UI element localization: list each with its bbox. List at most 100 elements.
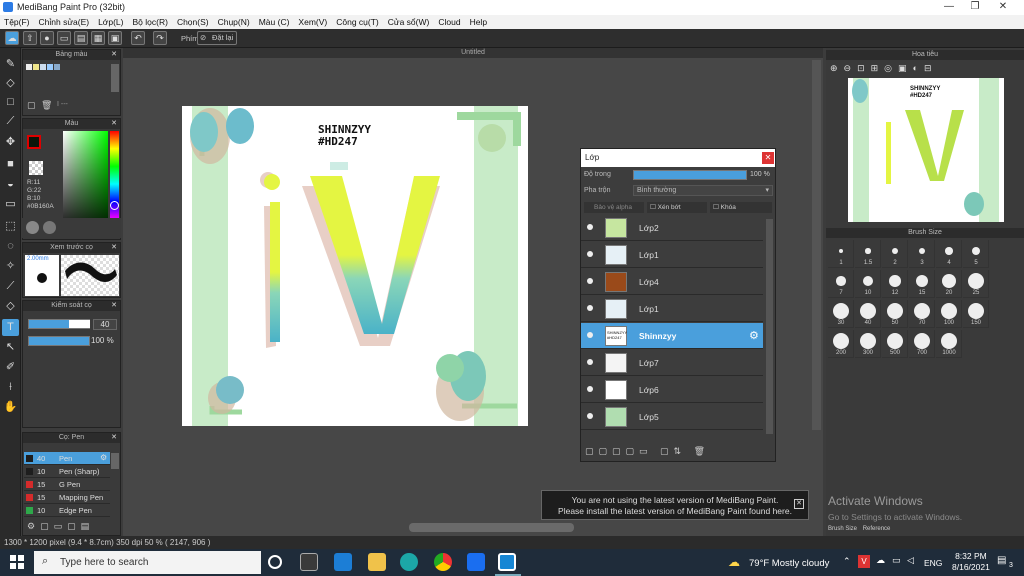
weather-icon[interactable]: ☁ <box>728 555 740 569</box>
vertical-scrollbar[interactable] <box>812 60 821 430</box>
scrollbar[interactable] <box>111 453 119 469</box>
menu-layer[interactable]: Lớp(L) <box>98 17 123 27</box>
close-icon[interactable]: ✕ <box>111 50 117 60</box>
eye-icon[interactable] <box>587 359 593 365</box>
scrollbar[interactable] <box>766 219 773 434</box>
text-tool-icon[interactable]: T <box>2 319 19 336</box>
bucket-tool-icon[interactable]: ◒ <box>2 176 19 193</box>
close-icon[interactable]: ✕ <box>111 301 117 311</box>
gear-icon[interactable]: ⚙ <box>100 453 107 462</box>
horizontal-scrollbar[interactable] <box>409 523 574 532</box>
brush-size-cell[interactable]: 2 <box>882 240 908 268</box>
layer-row[interactable]: Lớp6 <box>581 377 763 403</box>
close-icon[interactable]: ✕ <box>111 243 117 253</box>
trash-icon[interactable]: 🗑 <box>41 100 52 111</box>
brush-size-cell[interactable]: 4 <box>936 240 962 268</box>
close-icon[interactable]: ✕ <box>794 499 804 509</box>
brush-size-cell[interactable]: 700 <box>909 330 935 358</box>
brush-size-cell[interactable]: 500 <box>882 330 908 358</box>
vpn-icon[interactable]: V <box>858 555 870 568</box>
minimize-icon[interactable]: — <box>942 1 956 13</box>
comment-icon[interactable]: ▭ <box>57 31 71 45</box>
blend-mode-select[interactable]: Bình thường ▾ <box>633 185 773 196</box>
brush-list-item[interactable]: 40 Pen ⚙ <box>24 452 110 465</box>
menu-edit[interactable]: Chỉnh sửa(E) <box>39 17 90 27</box>
brush-size-cell[interactable]: 300 <box>855 330 881 358</box>
medibang-icon[interactable] <box>498 553 516 571</box>
reset-button[interactable]: ⊘ Đặt lại <box>197 31 237 45</box>
edge-icon[interactable] <box>400 553 418 571</box>
menu-tools[interactable]: Công cụ(T) <box>336 17 379 27</box>
menu-file[interactable]: Tệp(F) <box>4 17 30 27</box>
divide-tool-icon[interactable]: ✐ <box>2 359 19 376</box>
operation-tool-icon[interactable]: ↖ <box>2 339 19 356</box>
file-explorer-icon[interactable] <box>368 553 386 571</box>
eraser-tool-icon[interactable]: ◇ <box>2 75 19 92</box>
brush-size-cell[interactable]: 200 <box>828 330 854 358</box>
taskbar-search[interactable]: ⌕ Type here to search <box>34 551 261 574</box>
brush-tool-icon[interactable]: ⟋ <box>2 113 19 130</box>
color-wheel-icon[interactable] <box>26 221 39 234</box>
document-canvas[interactable]: SHINNZYY #HD247 <box>182 106 528 426</box>
notification-icon[interactable]: ▤ <box>997 555 1006 566</box>
eye-icon[interactable] <box>587 413 593 419</box>
eye-icon[interactable] <box>587 251 593 257</box>
hand-tool-icon[interactable]: ✋ <box>2 399 19 416</box>
menu-help[interactable]: Help <box>470 17 487 27</box>
brush-size-cell[interactable]: 30 <box>828 300 854 328</box>
brush-opacity-slider[interactable] <box>28 336 90 346</box>
menu-filter[interactable]: Bộ lọc(R) <box>133 17 168 27</box>
brush-size-slider[interactable] <box>28 319 90 329</box>
clock[interactable]: 8:32 PM 8/16/2021 <box>952 551 990 573</box>
hue-handle[interactable] <box>110 201 119 210</box>
redo-icon[interactable]: ↷ <box>153 31 167 45</box>
eye-icon[interactable] <box>587 224 593 230</box>
brush-size-cell[interactable]: 50 <box>882 300 908 328</box>
brush-list-item[interactable]: 10 Edge Pen <box>24 504 110 517</box>
menu-view[interactable]: Xem(V) <box>298 17 327 27</box>
layer-row[interactable]: Lớp1 <box>581 296 763 322</box>
menu-window[interactable]: Cửa sổ(W) <box>388 17 430 27</box>
brush-size-cell[interactable]: 1 <box>828 240 854 268</box>
tab-reference[interactable]: Reference <box>863 526 891 532</box>
brush-size-cell[interactable]: 25 <box>963 270 989 298</box>
brush-size-cell[interactable]: 12 <box>882 270 908 298</box>
select-tool-icon[interactable]: ⬚ <box>2 218 19 235</box>
volume-icon[interactable]: ◁ <box>907 555 914 566</box>
brush-size-cell[interactable]: 70 <box>909 300 935 328</box>
swatch[interactable] <box>47 64 53 70</box>
brush-size-cell[interactable]: 5 <box>963 240 989 268</box>
eye-icon[interactable] <box>587 386 593 392</box>
move-tool-icon[interactable]: ✥ <box>2 134 19 151</box>
cloud-icon[interactable]: ☁ <box>5 31 19 45</box>
navigator-preview[interactable]: SHINNZYY #HD247 <box>848 78 1004 222</box>
network-icon[interactable]: ▭ <box>892 555 901 566</box>
brush-list-item[interactable]: 15 Mapping Pen <box>24 491 110 504</box>
brush-list-item[interactable]: 15 G Pen <box>24 478 110 491</box>
close-icon[interactable]: ✕ <box>996 1 1010 13</box>
select-pen-icon[interactable]: ⟋ <box>2 278 19 295</box>
close-icon[interactable]: ✕ <box>762 152 774 164</box>
windows-start-icon[interactable] <box>10 555 24 569</box>
swatch[interactable] <box>26 64 32 70</box>
eye-icon[interactable] <box>587 278 593 284</box>
layer-row[interactable]: Lớp2 <box>581 215 763 241</box>
zalo-icon[interactable] <box>467 553 485 571</box>
swatch[interactable] <box>40 64 46 70</box>
layer-row[interactable]: SHINNZYY #HD247 Shinnzyy ⚙ <box>581 323 763 349</box>
layer-row[interactable]: Lớp7 <box>581 350 763 376</box>
tab-brush-size[interactable]: Brush Size <box>828 526 857 532</box>
brush-size-cell[interactable]: 15 <box>909 270 935 298</box>
swatch[interactable] <box>54 64 60 70</box>
brush-list-item[interactable]: 10 Pen (Sharp) <box>24 465 110 478</box>
new-swatch-icon[interactable]: ▢ <box>27 100 36 111</box>
brush-size-cell[interactable]: 1000 <box>936 330 962 358</box>
onedrive-icon[interactable]: ☁ <box>876 555 885 566</box>
layer-opacity-slider[interactable] <box>633 170 747 180</box>
update-notification[interactable]: You are not using the latest version of … <box>541 490 809 520</box>
menu-color[interactable]: Màu (C) <box>259 17 290 27</box>
layer-row[interactable]: Lớp5 <box>581 404 763 430</box>
brush-size-cell[interactable]: 10 <box>855 270 881 298</box>
layer-row[interactable]: Lớp4 <box>581 269 763 295</box>
chat-icon[interactable]: ● <box>40 31 54 45</box>
